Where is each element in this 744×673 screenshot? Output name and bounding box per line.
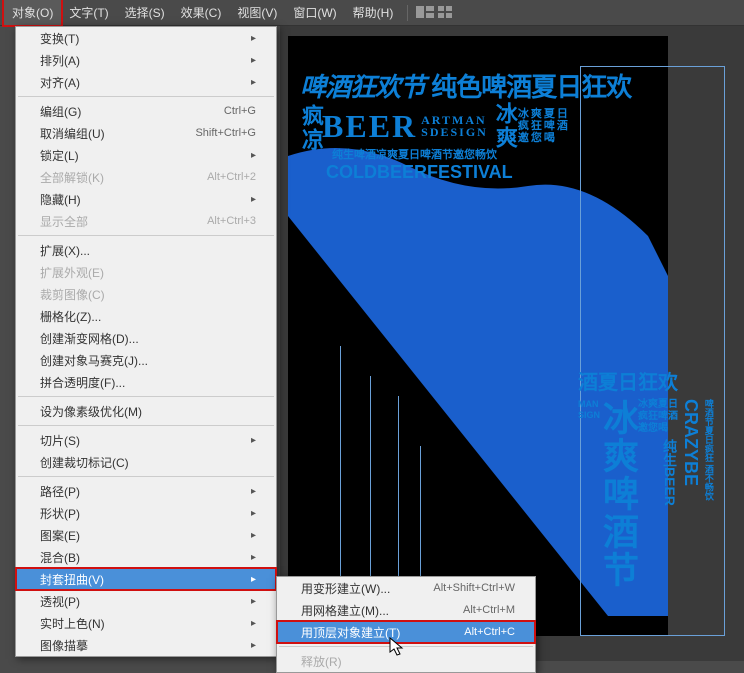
menu-object[interactable]: 对象(O): [2, 0, 63, 27]
artwork-text-right: 酒夏日狂欢 MANSIGN 冰爽啤酒节 冰爽夏日疯狂啤酒邀您喝 纯生BEER C…: [578, 366, 738, 589]
menu-item-unlock-all: 全部解锁(K)Alt+Ctrl+2: [16, 166, 276, 188]
artwork-text-main: 啤酒狂欢节 纯色啤酒夏日狂欢 疯凉 BEER ARTMANSDESIGN 冰爽 …: [300, 74, 631, 181]
submenu-item-make-mesh[interactable]: 用网格建立(M)...Alt+Ctrl+M: [277, 599, 535, 621]
menu-view[interactable]: 视图(V): [229, 0, 285, 25]
menu-item-envelope[interactable]: 封套扭曲(V)▸: [16, 568, 276, 590]
menu-item-group[interactable]: 编组(G)Ctrl+G: [16, 100, 276, 122]
menu-item-transform[interactable]: 变换(T)▸: [16, 27, 276, 49]
submenu-arrow-icon: ▸: [251, 33, 256, 44]
menu-select[interactable]: 选择(S): [117, 0, 173, 25]
menu-item-ungroup[interactable]: 取消编组(U)Shift+Ctrl+G: [16, 122, 276, 144]
envelope-submenu: 用变形建立(W)...Alt+Shift+Ctrl+W 用网格建立(M)...A…: [276, 576, 536, 673]
submenu-arrow-icon: ▸: [251, 640, 256, 651]
menu-item-path[interactable]: 路径(P)▸: [16, 480, 276, 502]
submenu-arrow-icon: ▸: [251, 574, 256, 585]
menu-separator: [279, 646, 533, 647]
menu-separator: [18, 235, 274, 236]
menubar: 对象(O) 文字(T) 选择(S) 效果(C) 视图(V) 窗口(W) 帮助(H…: [0, 0, 744, 26]
menu-separator: [18, 425, 274, 426]
menu-item-align[interactable]: 对齐(A)▸: [16, 71, 276, 93]
menubar-divider: [407, 5, 408, 21]
artwork-title-italic: 啤酒狂欢节: [300, 72, 425, 102]
menu-item-expand-appearance: 扩展外观(E): [16, 261, 276, 283]
canvas-area[interactable]: 啤酒狂欢节 纯色啤酒夏日狂欢 疯凉 BEER ARTMANSDESIGN 冰爽 …: [280, 26, 744, 661]
submenu-item-make-top[interactable]: 用顶层对象建立(T)Alt+Ctrl+C: [277, 621, 535, 643]
menu-item-pixel-perfect[interactable]: 设为像素级优化(M): [16, 400, 276, 422]
menu-text[interactable]: 文字(T): [61, 0, 116, 25]
menu-item-slice[interactable]: 切片(S)▸: [16, 429, 276, 451]
submenu-arrow-icon: ▸: [251, 77, 256, 88]
menu-item-trim-marks[interactable]: 创建裁切标记(C): [16, 451, 276, 473]
submenu-arrow-icon: ▸: [251, 552, 256, 563]
submenu-item-release: 释放(R): [277, 650, 535, 672]
submenu-item-make-warp[interactable]: 用变形建立(W)...Alt+Shift+Ctrl+W: [277, 577, 535, 599]
menu-item-object-mosaic[interactable]: 创建对象马赛克(J)...: [16, 349, 276, 371]
submenu-arrow-icon: ▸: [251, 508, 256, 519]
submenu-arrow-icon: ▸: [251, 55, 256, 66]
submenu-arrow-icon: ▸: [251, 530, 256, 541]
menu-item-rasterize[interactable]: 栅格化(Z)...: [16, 305, 276, 327]
menu-item-blend[interactable]: 混合(B)▸: [16, 546, 276, 568]
menu-item-image-trace[interactable]: 图像描摹▸: [16, 634, 276, 656]
menu-item-arrange[interactable]: 排列(A)▸: [16, 49, 276, 71]
grid-icon[interactable]: [438, 6, 456, 20]
menu-item-crop-image: 裁剪图像(C): [16, 283, 276, 305]
menu-item-lock[interactable]: 锁定(L)▸: [16, 144, 276, 166]
menu-item-pattern[interactable]: 图案(E)▸: [16, 524, 276, 546]
artwork-beer: BEER: [322, 110, 417, 142]
menu-help[interactable]: 帮助(H): [345, 0, 402, 25]
menu-item-shape[interactable]: 形状(P)▸: [16, 502, 276, 524]
menu-item-gradient-mesh[interactable]: 创建渐变网格(D)...: [16, 327, 276, 349]
layout-icon[interactable]: [416, 6, 434, 20]
menu-item-flatten[interactable]: 拼合透明度(F)...: [16, 371, 276, 393]
submenu-arrow-icon: ▸: [251, 486, 256, 497]
menu-window[interactable]: 窗口(W): [285, 0, 344, 25]
menu-effect[interactable]: 效果(C): [173, 0, 230, 25]
menu-item-hide[interactable]: 隐藏(H)▸: [16, 188, 276, 210]
object-menu: 变换(T)▸ 排列(A)▸ 对齐(A)▸ 编组(G)Ctrl+G 取消编组(U)…: [15, 26, 277, 657]
menu-separator: [18, 96, 274, 97]
menu-item-expand[interactable]: 扩展(X)...: [16, 239, 276, 261]
menu-separator: [18, 396, 274, 397]
menu-item-show-all: 显示全部Alt+Ctrl+3: [16, 210, 276, 232]
menu-item-live-paint[interactable]: 实时上色(N)▸: [16, 612, 276, 634]
menu-item-perspective[interactable]: 透视(P)▸: [16, 590, 276, 612]
submenu-arrow-icon: ▸: [251, 618, 256, 629]
submenu-arrow-icon: ▸: [251, 194, 256, 205]
submenu-arrow-icon: ▸: [251, 596, 256, 607]
menu-separator: [18, 476, 274, 477]
submenu-arrow-icon: ▸: [251, 435, 256, 446]
submenu-arrow-icon: ▸: [251, 150, 256, 161]
